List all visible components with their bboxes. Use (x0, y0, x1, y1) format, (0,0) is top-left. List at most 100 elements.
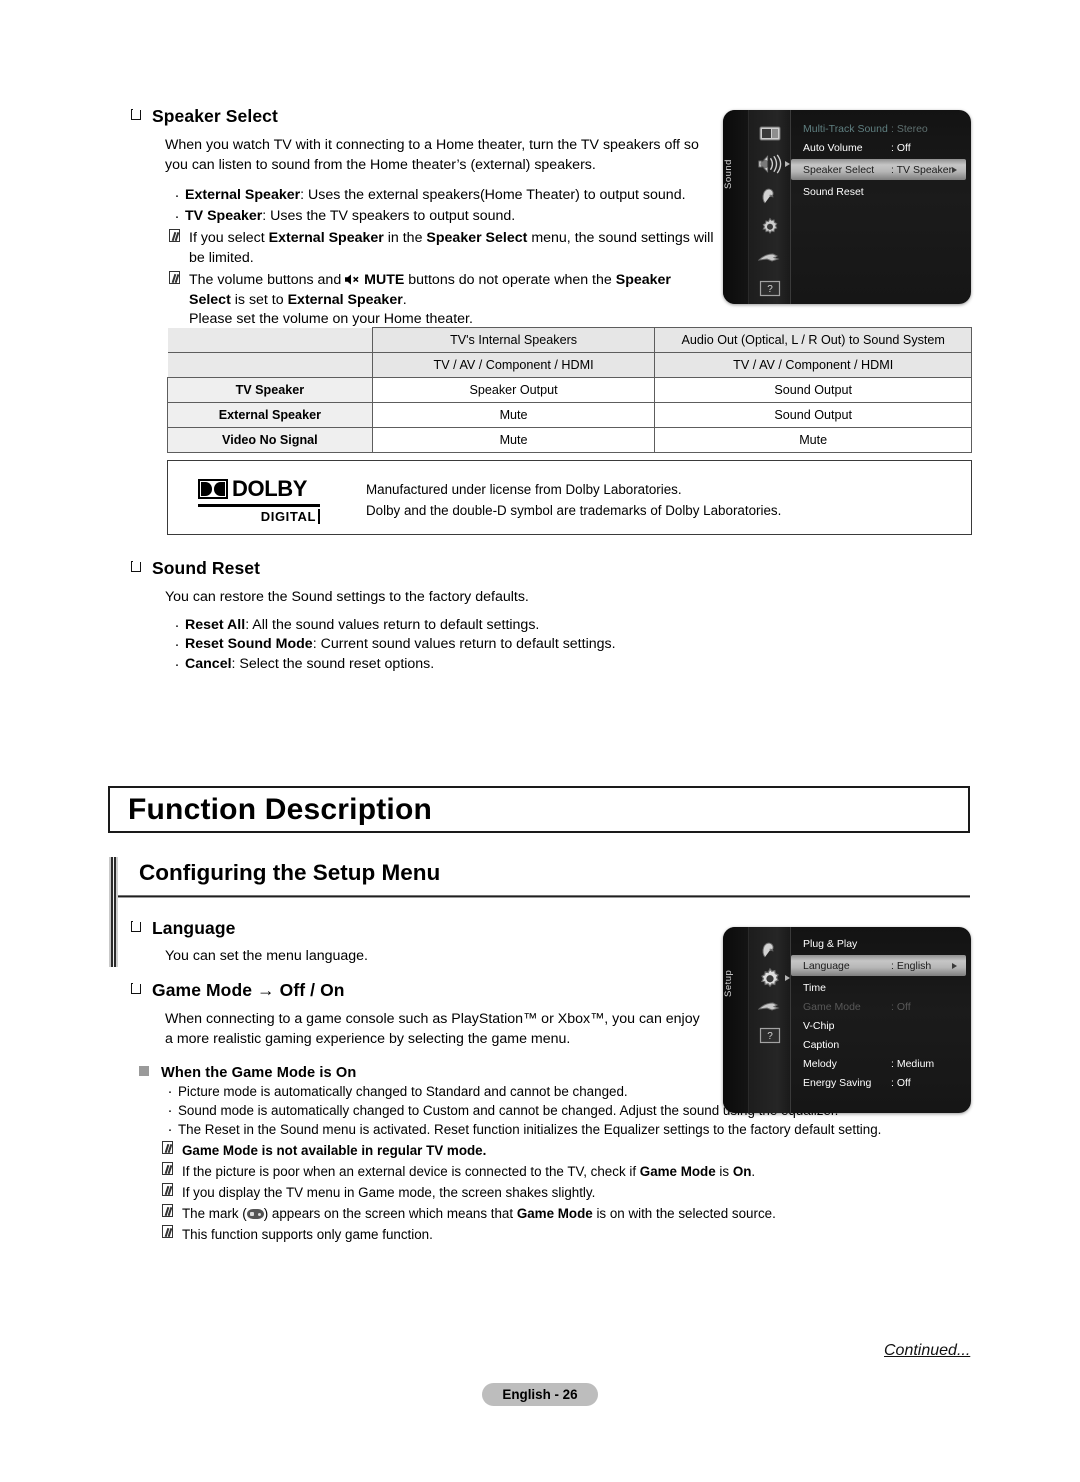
chevron-right-icon (952, 166, 957, 173)
input-icon[interactable] (757, 935, 783, 965)
osd-row-auto-volume[interactable]: Auto Volume : Off (791, 138, 971, 157)
note-icon (162, 1225, 173, 1238)
picture-icon[interactable] (757, 120, 783, 148)
osd-setup-menu[interactable]: Setup ? Plug & Play Language : English T… (723, 927, 971, 1113)
table-header-audio-out: Audio Out (Optical, L / R Out) to Sound … (654, 327, 972, 353)
sound-reset-intro: You can restore the Sound settings to th… (165, 589, 529, 605)
bullet-dot-icon: · (174, 636, 180, 653)
network-icon[interactable] (757, 242, 783, 273)
note-emphasis: Speaker Select (426, 230, 528, 246)
setup-icon[interactable] (757, 212, 783, 243)
list-item-label: Reset Sound Mode (185, 636, 313, 652)
list-item-label: External Speaker (185, 187, 301, 203)
note-text: . (751, 1164, 756, 1179)
dolby-line-2: Dolby and the double-D symbol are tradem… (366, 503, 782, 518)
table-cell-internal: Speaker Output (371, 377, 656, 403)
note-text: If you select (189, 230, 269, 246)
speaker-select-heading: Speaker Select (131, 106, 711, 127)
section-title: Configuring the Setup Menu (139, 860, 441, 885)
table-corner-cell (167, 327, 373, 353)
osd-row-plug-and-play[interactable]: Plug & Play (791, 934, 971, 953)
table-subheader-audio-out: TV / AV / Component / HDMI (654, 352, 972, 378)
dolby-text-block: Manufactured under license from Dolby La… (366, 480, 781, 520)
osd-row-language[interactable]: Language : English (791, 955, 966, 976)
function-description-box: Function Description (108, 786, 970, 833)
table-row-label: Video No Signal (167, 427, 373, 453)
osd-row-speaker-select[interactable]: Speaker Select : TV Speaker (791, 159, 966, 180)
support-icon[interactable]: ? (757, 273, 783, 304)
note-icon (162, 1141, 173, 1154)
svg-text:?: ? (767, 284, 773, 295)
game-mode-heading: Game Mode → Off / On (131, 980, 711, 1001)
square-bullet-icon (131, 559, 142, 572)
speaker-select-section: Speaker Select When you watch TV with it… (131, 106, 714, 330)
note-text: If the picture is poor when an external … (182, 1164, 640, 1179)
network-icon[interactable] (757, 993, 783, 1021)
note-item: The volume buttons and MUTE buttons do n… (169, 271, 714, 330)
list-item: · External Speaker: Uses the external sp… (169, 186, 714, 206)
square-bullet-icon (131, 981, 142, 994)
dolby-notice-box: DOLBY DIGITAL Manufactured under license… (167, 460, 972, 535)
bullet-dot-icon: · (174, 616, 180, 634)
game-mode-subheading: When the Game Mode is On (139, 1065, 711, 1081)
table-cell-internal: Mute (371, 427, 656, 453)
section-marker-bar (109, 857, 118, 967)
osd-row-game-mode[interactable]: Game Mode : Off (791, 997, 971, 1016)
note-icon (162, 1204, 173, 1217)
mute-icon (345, 272, 360, 285)
sound-reset-section: Sound Reset You can restore the Sound se… (131, 558, 731, 674)
osd-row-energy-saving[interactable]: Energy Saving : Off (791, 1073, 971, 1092)
note-icon (169, 271, 180, 284)
table-row: External Speaker Mute Sound Output (167, 402, 972, 428)
note-item: If the picture is poor when an external … (162, 1162, 972, 1181)
dolby-rule (198, 504, 320, 507)
double-d-icon (198, 479, 228, 499)
dolby-line-1: Manufactured under license from Dolby La… (366, 482, 682, 497)
list-item: · The Reset in the Sound menu is activat… (162, 1120, 972, 1139)
note-text: The mark ( (182, 1206, 247, 1221)
setup-icon[interactable] (757, 965, 790, 993)
sound-icon[interactable] (757, 148, 790, 181)
list-item-text: : Current sound values return to default… (312, 636, 616, 652)
osd-setup-icon-column: ? (749, 927, 791, 1113)
osd-row-melody[interactable]: Melody : Medium (791, 1054, 971, 1073)
osd-row-sound-reset[interactable]: Sound Reset (791, 182, 971, 201)
osd-sound-pointer-icon (784, 160, 790, 167)
gamepad-icon (246, 1209, 264, 1219)
table-corner-cell-2 (167, 352, 373, 378)
table-row-label: TV Speaker (167, 377, 373, 403)
table-cell-audio-out: Sound Output (654, 377, 972, 403)
osd-sound-side-label: Sound (723, 159, 734, 189)
dolby-logo: DOLBY DIGITAL (198, 476, 328, 524)
note-icon (169, 229, 180, 242)
note-emphasis: Game Mode (516, 1206, 593, 1221)
osd-row-caption[interactable]: Caption (791, 1035, 971, 1054)
note-text: This function supports only game functio… (182, 1227, 433, 1242)
dolby-wordmark: DOLBY (198, 476, 328, 502)
note-text: is on with the selected source. (592, 1206, 776, 1221)
table-cell-audio-out: Mute (654, 427, 972, 453)
list-item-label: TV Speaker (185, 207, 263, 224)
table-cell-internal: Mute (371, 402, 656, 428)
note-item: If you display the TV menu in Game mode,… (162, 1183, 972, 1202)
osd-sound-menu[interactable]: Sound ? Multi-Track Sound: Stereo Auto … (723, 110, 971, 304)
page-number-badge: English - 26 (482, 1383, 598, 1406)
bullet-dot-icon: · (167, 1083, 173, 1100)
osd-setup-side-label: Setup (723, 969, 734, 997)
document-page: Speaker Select When you watch TV with it… (0, 0, 1080, 1482)
osd-row-multi-track-sound[interactable]: Multi-Track Sound : Stereo (791, 119, 971, 138)
osd-row-time[interactable]: Time (791, 978, 971, 997)
table-cell-audio-out: Sound Output (654, 402, 972, 428)
list-item-label: Cancel (185, 655, 232, 672)
note-text: in the (383, 230, 427, 246)
list-item-text: : Select the sound reset options. (231, 655, 435, 672)
support-icon[interactable]: ? (757, 1021, 783, 1049)
note-text: ) appears on the screen which means that (263, 1206, 517, 1221)
note-text: The volume buttons and (189, 272, 346, 288)
osd-row-v-chip[interactable]: V-Chip (791, 1016, 971, 1035)
bullet-dot-icon: · (174, 207, 180, 225)
note-emphasis: Game Mode (639, 1164, 716, 1179)
input-icon[interactable] (757, 181, 783, 212)
note-icon (162, 1183, 173, 1196)
note-emphasis: On (732, 1164, 752, 1179)
